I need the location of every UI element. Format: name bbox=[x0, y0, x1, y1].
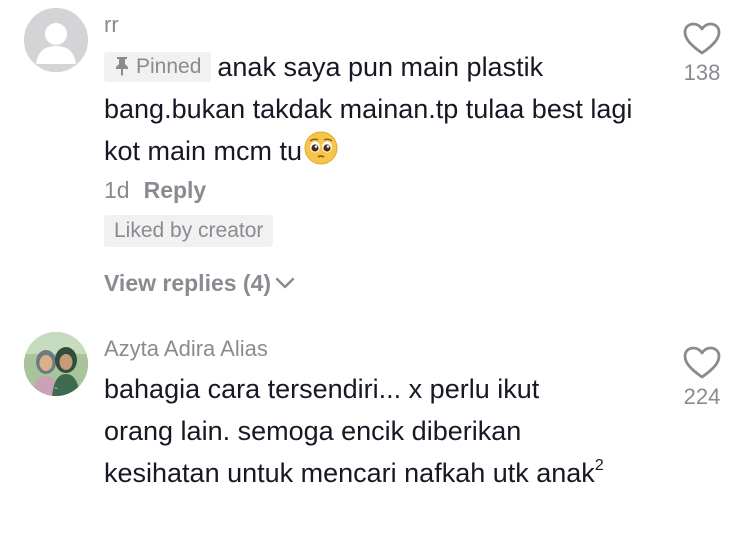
comment-meta: 1d Reply bbox=[104, 177, 206, 204]
comment-superscript: 2 bbox=[594, 457, 604, 474]
comment-text: bahagia cara tersendiri... x perlu ikut … bbox=[104, 374, 595, 488]
like-column: 138 bbox=[674, 22, 730, 86]
pleading-face-emoji-icon bbox=[304, 131, 338, 165]
comment-username[interactable]: rr bbox=[104, 12, 119, 38]
comment-text-block: Pinned anak saya pun main plastik bang.bu… bbox=[104, 46, 664, 172]
liked-by-creator-badge: Liked by creator bbox=[104, 215, 274, 247]
pin-icon bbox=[116, 57, 128, 76]
view-replies-button[interactable]: View replies (4) bbox=[104, 270, 295, 297]
like-count: 138 bbox=[683, 60, 721, 85]
user-photo-icon: ~ bbox=[24, 332, 88, 396]
reply-button[interactable]: Reply bbox=[144, 177, 207, 203]
like-column: 224 bbox=[674, 346, 730, 410]
comment-username[interactable]: Azyta Adira Alias bbox=[104, 336, 268, 362]
pinned-label: Pinned bbox=[136, 55, 202, 78]
comment-age: 1d bbox=[104, 177, 130, 203]
heart-outline-icon[interactable] bbox=[683, 346, 721, 380]
chevron-down-icon bbox=[275, 277, 295, 289]
svg-text:~: ~ bbox=[53, 385, 58, 392]
heart-outline-icon[interactable] bbox=[683, 22, 721, 56]
avatar[interactable]: ~ bbox=[24, 332, 88, 396]
avatar[interactable] bbox=[24, 8, 88, 72]
default-avatar-icon bbox=[24, 8, 88, 72]
pinned-badge: Pinned bbox=[104, 52, 212, 82]
view-replies-label: View replies (4) bbox=[104, 270, 272, 296]
like-count: 224 bbox=[683, 384, 721, 409]
comment-text-block: bahagia cara tersendiri... x perlu ikut … bbox=[104, 368, 604, 494]
